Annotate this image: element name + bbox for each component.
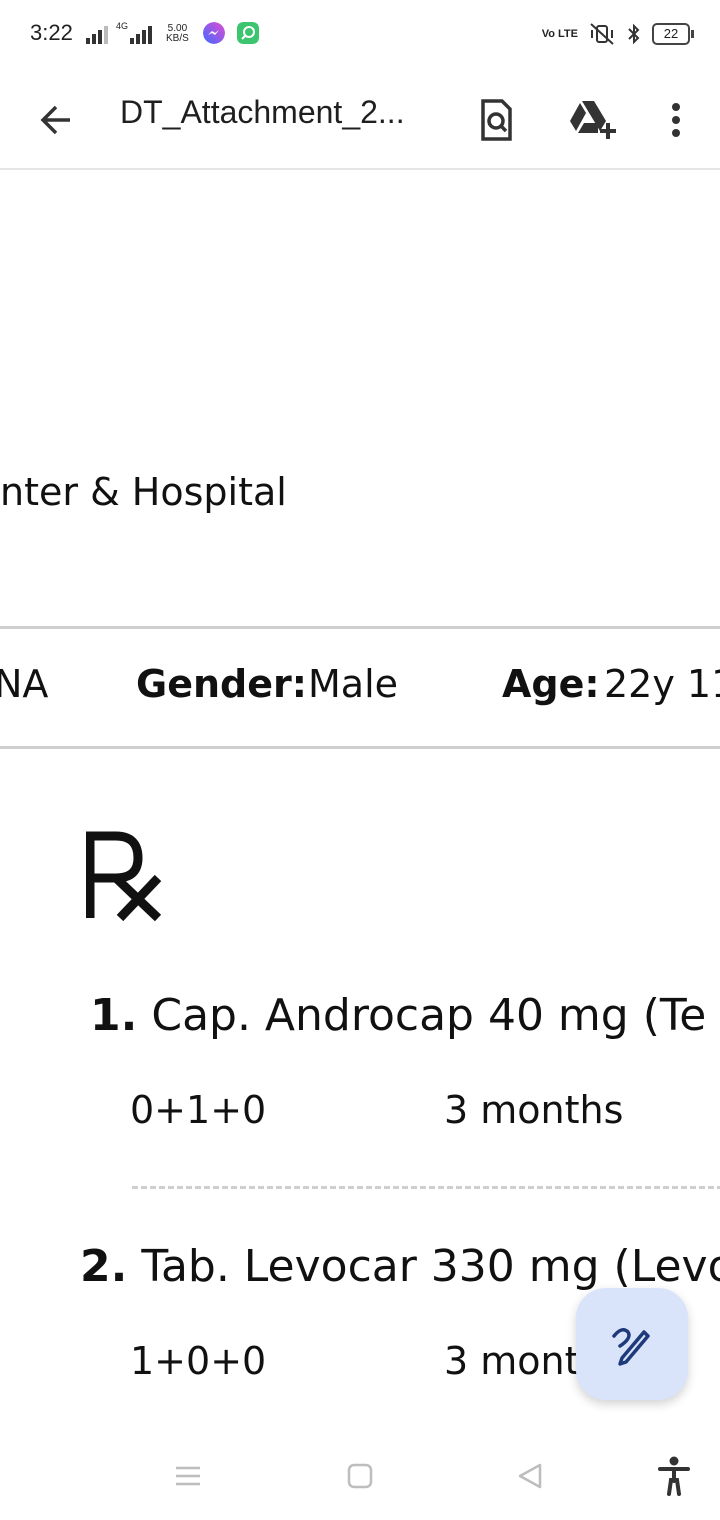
phone-app-icon xyxy=(236,22,259,44)
gender-label: Gender: xyxy=(136,662,307,706)
network-speed-indicator: 5.00 KB/S xyxy=(166,24,189,44)
back-button[interactable] xyxy=(24,88,88,152)
medication-separator xyxy=(132,1186,720,1189)
medication-dosage: 1+0+0 xyxy=(130,1339,267,1383)
divider-top xyxy=(0,626,720,629)
more-vert-icon xyxy=(672,103,680,137)
signal-strength-icon xyxy=(86,22,108,44)
patient-id-value: NA xyxy=(0,662,49,706)
medication-dosage: 0+1+0 xyxy=(130,1088,267,1132)
medication-name: Cap. Androcap 40 mg (Te xyxy=(151,990,707,1041)
document-title: DT_Attachment_2... xyxy=(120,94,405,130)
status-time: 3:22 xyxy=(30,20,73,45)
menu-lines-icon xyxy=(176,1466,200,1486)
back-triangle-icon xyxy=(518,1463,542,1489)
back-nav-button[interactable] xyxy=(510,1456,550,1496)
home-button[interactable] xyxy=(340,1456,380,1496)
system-nav-bar xyxy=(0,1430,720,1520)
medication-number: 1. xyxy=(90,990,138,1041)
hospital-name: nter & Hospital xyxy=(0,470,287,514)
status-right-icons: Vo LTE 22 xyxy=(541,22,694,46)
find-in-document-button[interactable] xyxy=(464,88,528,152)
bluetooth-icon xyxy=(628,23,640,45)
home-square-icon xyxy=(347,1463,373,1489)
gender-value: Male xyxy=(308,662,399,706)
medication-name: Tab. Levocar 330 mg (Levo xyxy=(141,1241,720,1292)
edit-pen-icon xyxy=(612,1328,650,1366)
medication-item: 2. Tab. Levocar 330 mg (Levo xyxy=(80,1241,720,1292)
network-speed-unit: KB/S xyxy=(166,33,189,44)
medication-duration: 3 months xyxy=(444,1088,624,1132)
network-type-label: 4G xyxy=(116,21,129,31)
volte-label: Vo LTE xyxy=(541,28,578,40)
accessibility-icon xyxy=(658,1456,690,1496)
vibrate-mute-icon xyxy=(590,23,614,45)
rx-symbol-icon xyxy=(85,830,166,930)
messenger-icon xyxy=(202,22,225,44)
accessibility-button[interactable] xyxy=(654,1456,694,1496)
drive-add-icon xyxy=(570,101,616,139)
document-search-icon xyxy=(481,99,512,141)
recent-apps-button[interactable] xyxy=(168,1456,208,1496)
battery-icon: 22 xyxy=(652,23,694,45)
pdf-page: nter & Hospital NA Gender: Male Age: 22y… xyxy=(0,170,720,1430)
app-toolbar: DT_Attachment_2... xyxy=(0,72,720,170)
mobile-data-icon: 4G xyxy=(116,21,153,44)
annotate-fab-button[interactable] xyxy=(576,1288,688,1400)
medication-item: 1. Cap. Androcap 40 mg (Te xyxy=(90,990,706,1041)
status-left-icons: 4G 5.00 KB/S xyxy=(86,22,259,44)
status-bar: 3:22 4G 5.00 KB/S Vo LTE 22 xyxy=(0,0,720,72)
add-to-drive-button[interactable] xyxy=(560,88,624,152)
age-label: Age: xyxy=(502,662,600,706)
age-value: 22y 11m xyxy=(604,662,720,706)
back-arrow-icon xyxy=(40,105,70,135)
divider-bottom xyxy=(0,746,720,749)
medication-number: 2. xyxy=(80,1241,128,1292)
more-options-button[interactable] xyxy=(644,88,708,152)
